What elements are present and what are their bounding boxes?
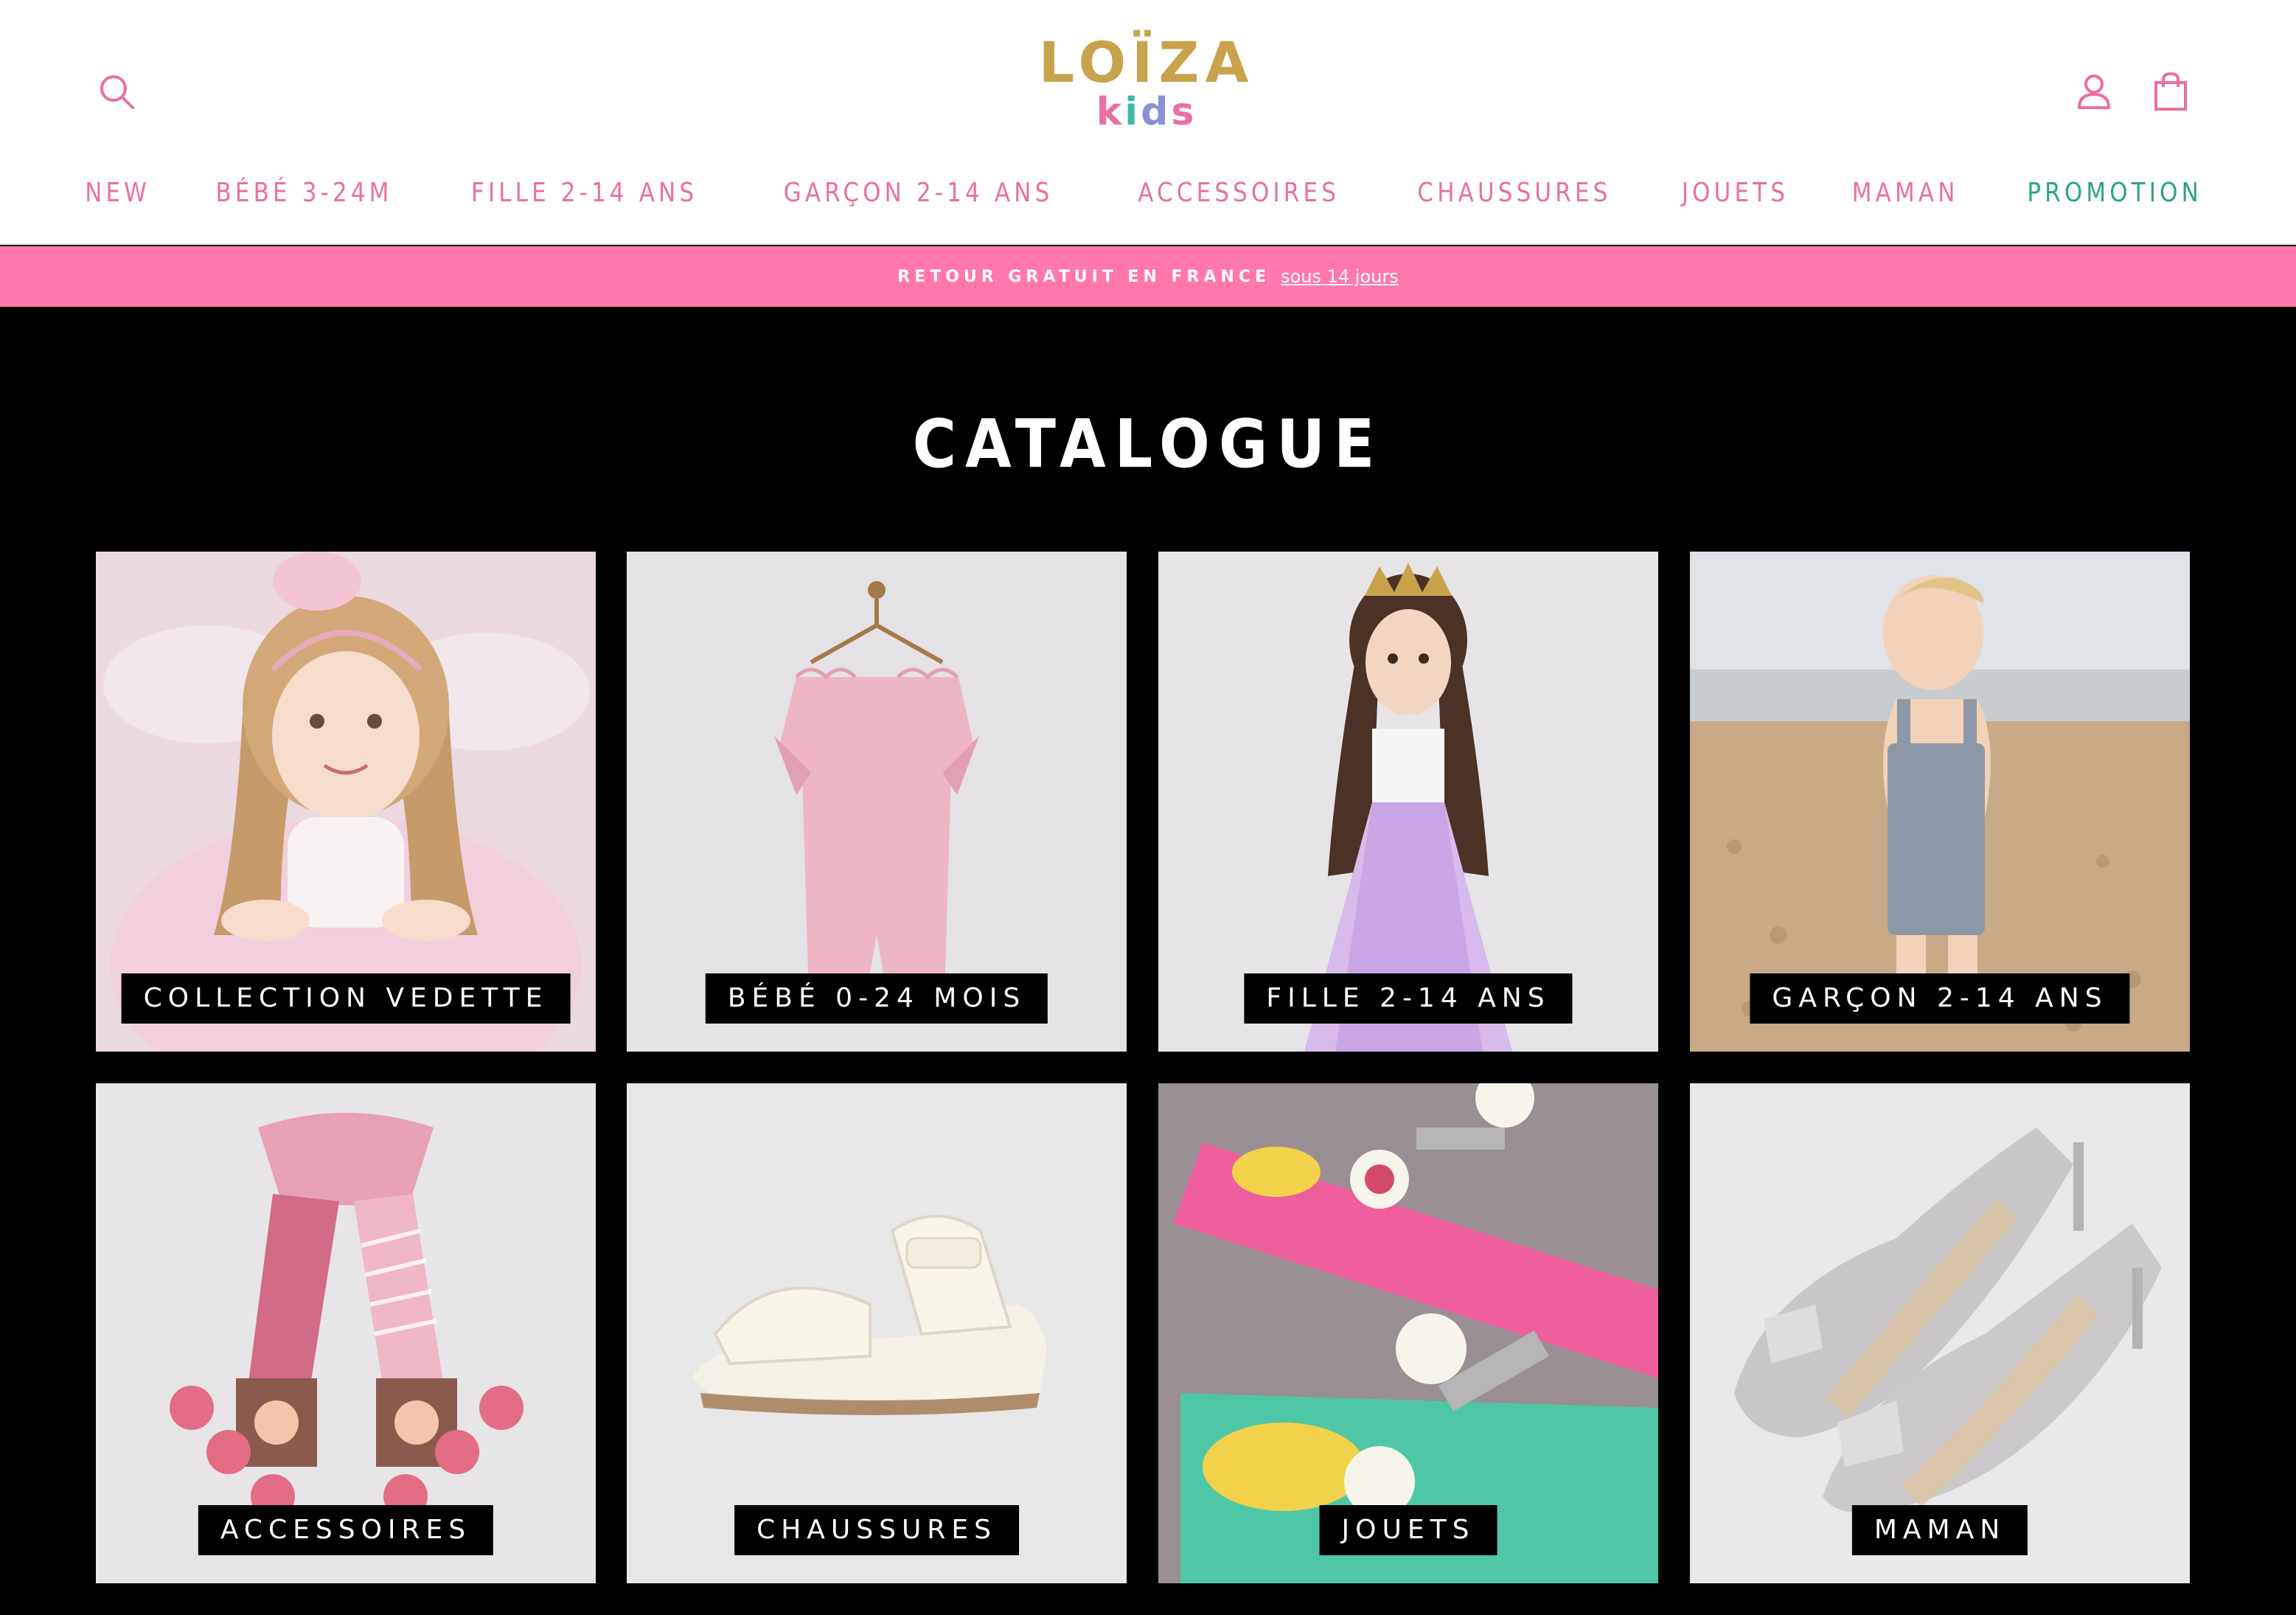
user-icon [2078,74,2110,109]
tile-label: JOUETS [1319,1505,1497,1555]
search-button[interactable] [94,69,139,114]
tile-label: FILLE 2-14 ANS [1244,973,1573,1024]
cart-button[interactable] [2149,69,2193,114]
brand-logo[interactable]: LOÏZA kids [1025,29,1268,133]
announcement-link[interactable]: sous 14 jours [1281,266,1399,287]
tile-label: BÉBÉ 0-24 MOIS [705,973,1048,1024]
nav-item-chaussures[interactable]: CHAUSSURES [1417,171,1611,215]
tile-label: CHAUSSURES [734,1505,1019,1555]
collection-tile-bebe[interactable]: BÉBÉ 0-24 MOIS [627,552,1127,1052]
site-header: LOÏZA kids NEW BÉBÉ 3-24M FILLE 2-14 ANS… [0,0,2296,245]
collection-tile-featured[interactable]: COLLECTION VEDETTE [96,552,596,1052]
collection-tile-accessoires[interactable]: ACCESSOIRES [96,1083,596,1583]
shopping-bag-icon [2154,72,2187,111]
page-title: CATALOGUE [912,406,1384,483]
nav-item-accessoires[interactable]: ACCESSOIRES [1138,171,1340,215]
nav-item-garcon[interactable]: GARÇON 2-14 ANS [784,171,1054,215]
nav-item-jouets[interactable]: JOUETS [1681,171,1788,215]
account-button[interactable] [2072,69,2116,114]
main-navigation: NEW BÉBÉ 3-24M FILLE 2-14 ANS GARÇON 2-1… [0,171,2296,215]
announcement-text: RETOUR GRATUIT EN FRANCE [897,267,1271,286]
collection-tile-chaussures[interactable]: CHAUSSURES [627,1083,1127,1583]
nav-item-new[interactable]: NEW [85,171,150,215]
logo-wordmark: LOÏZA [1038,29,1255,95]
collection-tile-fille[interactable]: FILLE 2-14 ANS [1158,552,1658,1052]
tile-label: ACCESSOIRES [198,1505,494,1555]
logo-subtitle: kids [1096,90,1197,134]
nav-item-bebe[interactable]: BÉBÉ 3-24M [216,171,393,215]
tile-label: GARÇON 2-14 ANS [1750,973,2130,1024]
tile-label: COLLECTION VEDETTE [121,973,571,1024]
collection-tile-jouets[interactable]: JOUETS [1158,1083,1658,1583]
nav-item-promotion[interactable]: PROMOTION [2027,171,2202,215]
tile-label: MAMAN [1851,1505,2028,1555]
nav-item-fille[interactable]: FILLE 2-14 ANS [471,171,698,215]
collection-tile-maman[interactable]: MAMAN [1690,1083,2190,1583]
announcement-bar: RETOUR GRATUIT EN FRANCE sous 14 jours [0,246,2296,307]
collection-tile-garcon[interactable]: GARÇON 2-14 ANS [1690,552,2190,1052]
search-icon [100,75,134,109]
nav-item-maman[interactable]: MAMAN [1851,171,1958,215]
